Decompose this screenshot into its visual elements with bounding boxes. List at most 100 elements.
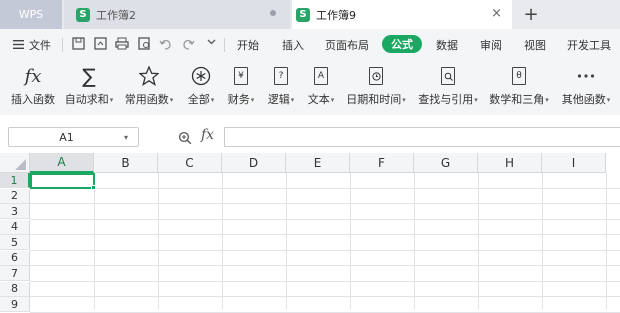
ribbon-label: 自动求和 [64, 93, 109, 106]
dropdown-caret-icon: ▾ [606, 96, 611, 104]
fx-icon[interactable]: fx [201, 127, 214, 143]
grid-line [478, 173, 479, 309]
tab-formulas[interactable]: 公式 [382, 35, 422, 53]
tab-view[interactable]: 视图 [524, 37, 546, 53]
row-header-8[interactable]: 8 [0, 281, 30, 297]
dropdown-caret-icon: ▾ [109, 96, 114, 104]
formula-input[interactable] [224, 127, 620, 147]
chevron-down-icon[interactable]: ▾ [124, 133, 138, 142]
redo-icon[interactable] [180, 37, 196, 51]
grid-line [414, 173, 415, 309]
row-header-6[interactable]: 6 [0, 250, 30, 266]
print-icon[interactable] [114, 37, 130, 51]
column-header-h[interactable]: H [478, 153, 542, 173]
fx-icon: fx [24, 65, 42, 87]
column-header-c[interactable]: C [158, 153, 222, 173]
select-all-corner[interactable] [0, 153, 30, 173]
zoom-search-icon[interactable] [178, 130, 192, 149]
file-menu-button[interactable]: 文件 [13, 37, 51, 53]
date-time-button[interactable]: 日期和时间▾ [343, 63, 409, 107]
spreadsheet-logo-icon: S [76, 7, 90, 22]
fill-handle[interactable] [91, 185, 96, 190]
print-preview-icon[interactable] [136, 37, 152, 51]
grid-line [30, 280, 620, 282]
row-header-1[interactable]: 1 [0, 173, 30, 188]
grid-line [222, 173, 223, 309]
title-bar: WPS S 工作簿2 S 工作簿9 × + [0, 0, 620, 29]
grid-line [158, 173, 159, 309]
column-header-f[interactable]: F [350, 153, 414, 173]
ribbon-label: 插入函数 [11, 93, 55, 106]
row-header-9[interactable]: 9 [0, 297, 30, 312]
ribbon-label: 文本 [307, 93, 330, 106]
grid-line [542, 173, 543, 309]
wps-home-tab[interactable]: WPS [0, 0, 62, 29]
dropdown-caret-icon: ▾ [545, 96, 549, 104]
column-header-b[interactable]: B [94, 153, 158, 173]
row-header-4[interactable]: 4 [0, 219, 30, 235]
divider [224, 38, 225, 52]
wps-label: WPS [18, 8, 44, 21]
save-icon[interactable] [70, 37, 86, 51]
hamburger-icon [13, 39, 24, 52]
financial-button[interactable]: ¥ 财务▾ [224, 63, 258, 107]
grid-line [350, 173, 351, 309]
tab-page-layout[interactable]: 页面布局 [325, 37, 369, 53]
grid-line [286, 173, 287, 309]
tab-insert[interactable]: 插入 [282, 37, 304, 53]
grid-line [30, 265, 620, 266]
column-header-i[interactable]: I [542, 153, 606, 173]
a-doc-icon: A [314, 67, 328, 85]
common-functions-button[interactable]: 常用函数▾ [122, 63, 176, 107]
column-header-a[interactable]: A [30, 153, 94, 173]
ribbon-label: 逻辑 [267, 93, 290, 106]
ribbon-label: 常用函数 [124, 93, 169, 106]
grid-line [30, 218, 620, 220]
grid-line [30, 296, 620, 297]
dropdown-caret-icon: ▾ [250, 96, 255, 104]
tab-label: 工作簿2 [96, 8, 136, 22]
row-header-3[interactable]: 3 [0, 204, 30, 219]
close-tab-icon[interactable]: × [491, 6, 502, 21]
ribbon-label: 日期和时间 [346, 93, 402, 106]
row-header-2[interactable]: 2 [0, 188, 30, 204]
text-functions-button[interactable]: A 文本▾ [304, 63, 338, 107]
column-header-d[interactable]: D [222, 153, 286, 173]
tab-developer[interactable]: 开发工具 [567, 37, 611, 53]
tab-data[interactable]: 数据 [436, 37, 458, 53]
column-header-e[interactable]: E [286, 153, 350, 173]
export-pdf-icon[interactable] [92, 37, 108, 51]
tab-start[interactable]: 开始 [237, 37, 259, 53]
spreadsheet-grid[interactable]: 987654321 IHGFEDCBA [0, 153, 620, 313]
row-header-7[interactable]: 7 [0, 266, 30, 281]
grid-line [30, 249, 620, 251]
name-box-value: A1 [59, 130, 74, 144]
lookup-reference-button[interactable]: 查找与引用▾ [415, 63, 481, 107]
column-header-g[interactable]: G [414, 153, 478, 173]
formula-ribbon: fx 插入函数 ∑ 自动求和▾ 常用函数▾ 全部▾ ¥ 财务▾ ? 逻辑▾ A … [0, 59, 620, 115]
clock-doc-icon [369, 67, 383, 85]
grid-line [30, 187, 620, 189]
tab-workbook2[interactable]: S 工作簿2 [64, 0, 290, 29]
all-functions-button[interactable]: 全部▾ [184, 63, 218, 107]
name-box[interactable]: A1 ▾ [8, 127, 139, 147]
more-functions-button[interactable]: 其他函数▾ [558, 63, 614, 107]
undo-icon[interactable] [157, 37, 173, 51]
unsaved-dot-icon[interactable] [270, 10, 276, 16]
math-trig-button[interactable]: θ 数学和三角▾ [486, 63, 552, 107]
tab-workbook9[interactable]: S 工作簿9 × [292, 0, 512, 29]
new-tab-button[interactable]: + [520, 3, 542, 25]
dropdown-caret-icon: ▾ [474, 96, 478, 104]
ribbon-label: 查找与引用 [418, 93, 474, 106]
dropdown-caret-icon: ▾ [330, 96, 335, 104]
active-cell-a1[interactable] [30, 173, 95, 189]
file-menu-label: 文件 [29, 39, 51, 52]
autosum-button[interactable]: ∑ 自动求和▾ [62, 63, 116, 107]
logical-button[interactable]: ? 逻辑▾ [264, 63, 298, 107]
grid-line [30, 203, 620, 204]
row-header-5[interactable]: 5 [0, 235, 30, 250]
customize-toolbar-chevron-icon[interactable] [203, 37, 219, 51]
tab-review[interactable]: 审阅 [480, 37, 502, 53]
insert-function-button[interactable]: fx 插入函数 [10, 63, 56, 107]
grid-line [30, 311, 620, 313]
